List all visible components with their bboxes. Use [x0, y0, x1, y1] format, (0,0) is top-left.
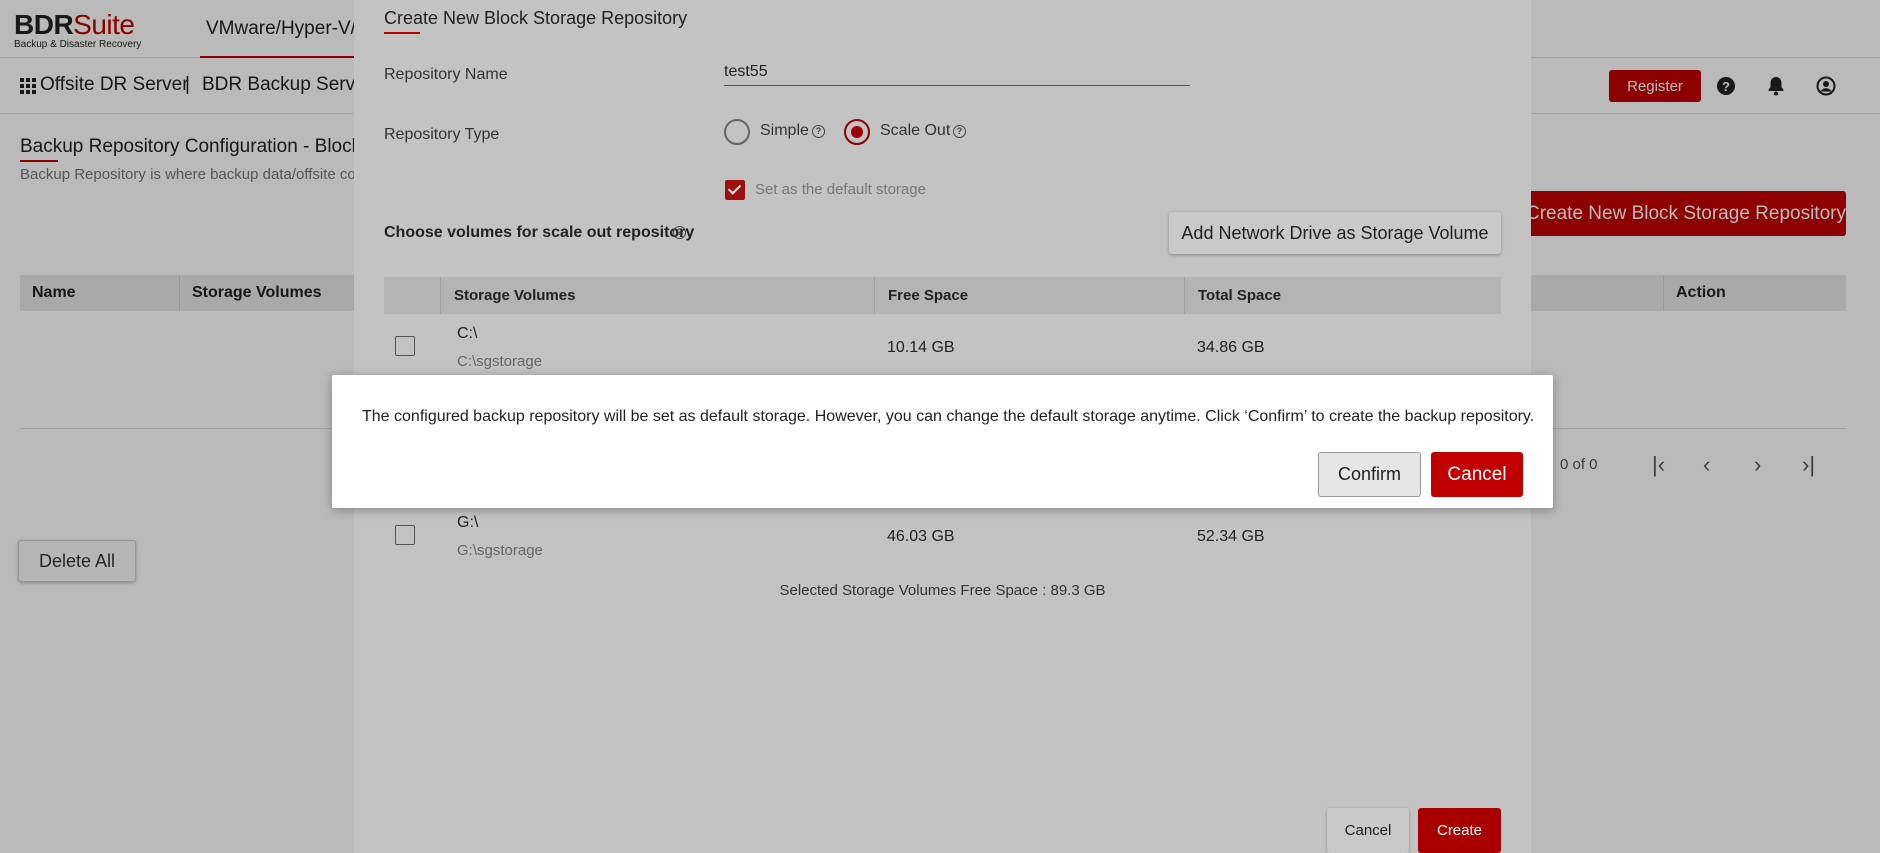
volume-free-space: 46.03 GB	[887, 528, 955, 545]
repository-name-input[interactable]	[724, 58, 1190, 86]
repository-name-label: Repository Name	[384, 66, 508, 83]
column-storage-volumes: Storage Volumes	[440, 277, 874, 314]
panel-cancel-button[interactable]: Cancel	[1327, 808, 1409, 853]
volume-free-space: 10.14 GB	[887, 339, 955, 356]
volume-drive: G:\	[457, 514, 479, 531]
add-network-drive-button[interactable]: Add Network Drive as Storage Volume	[1169, 212, 1501, 254]
volume-checkbox[interactable]	[395, 525, 415, 545]
volume-path: C:\sgstorage	[457, 353, 543, 370]
choose-volumes-help-icon[interactable]: ?	[673, 226, 686, 239]
confirm-button[interactable]: Confirm	[1318, 452, 1421, 497]
confirm-dialog-message: The configured backup repository will be…	[362, 408, 1535, 425]
confirm-dialog: The configured backup repository will be…	[332, 375, 1553, 508]
selected-free-space: Selected Storage Volumes Free Space : 89…	[779, 582, 1106, 599]
radio-scale-out-label[interactable]: Scale Out	[880, 122, 950, 140]
table-row[interactable]: C:\ C:\sgstorage 10.14 GB 34.86 GB	[384, 317, 1501, 375]
default-storage-label[interactable]: Set as the default storage	[755, 181, 926, 198]
dialog-cancel-button[interactable]: Cancel	[1431, 452, 1523, 497]
radio-simple-label[interactable]: Simple	[760, 122, 809, 140]
panel-title: Create New Block Storage Repository	[384, 8, 688, 28]
scale-out-help-icon[interactable]: ?	[953, 125, 966, 138]
panel-title-underline	[384, 32, 420, 34]
default-storage-checkbox[interactable]	[725, 180, 745, 200]
column-free-space: Free Space	[874, 277, 1184, 314]
volume-total-space: 52.34 GB	[1197, 528, 1265, 545]
repository-type-label: Repository Type	[384, 126, 500, 143]
panel-create-button[interactable]: Create	[1418, 808, 1501, 853]
volumes-table-header: Storage Volumes Free Space Total Space	[384, 277, 1501, 314]
choose-volumes-label: Choose volumes for scale out repository	[384, 224, 695, 241]
volume-checkbox[interactable]	[395, 336, 415, 356]
table-row[interactable]: G:\ G:\sgstorage 46.03 GB 52.34 GB	[384, 506, 1501, 564]
radio-scale-out[interactable]	[844, 119, 870, 145]
column-total-space: Total Space	[1184, 277, 1501, 314]
simple-help-icon[interactable]: ?	[812, 125, 825, 138]
volume-drive: C:\	[457, 325, 478, 342]
volume-path: G:\sgstorage	[457, 542, 543, 559]
radio-simple[interactable]	[724, 119, 750, 145]
volume-total-space: 34.86 GB	[1197, 339, 1265, 356]
